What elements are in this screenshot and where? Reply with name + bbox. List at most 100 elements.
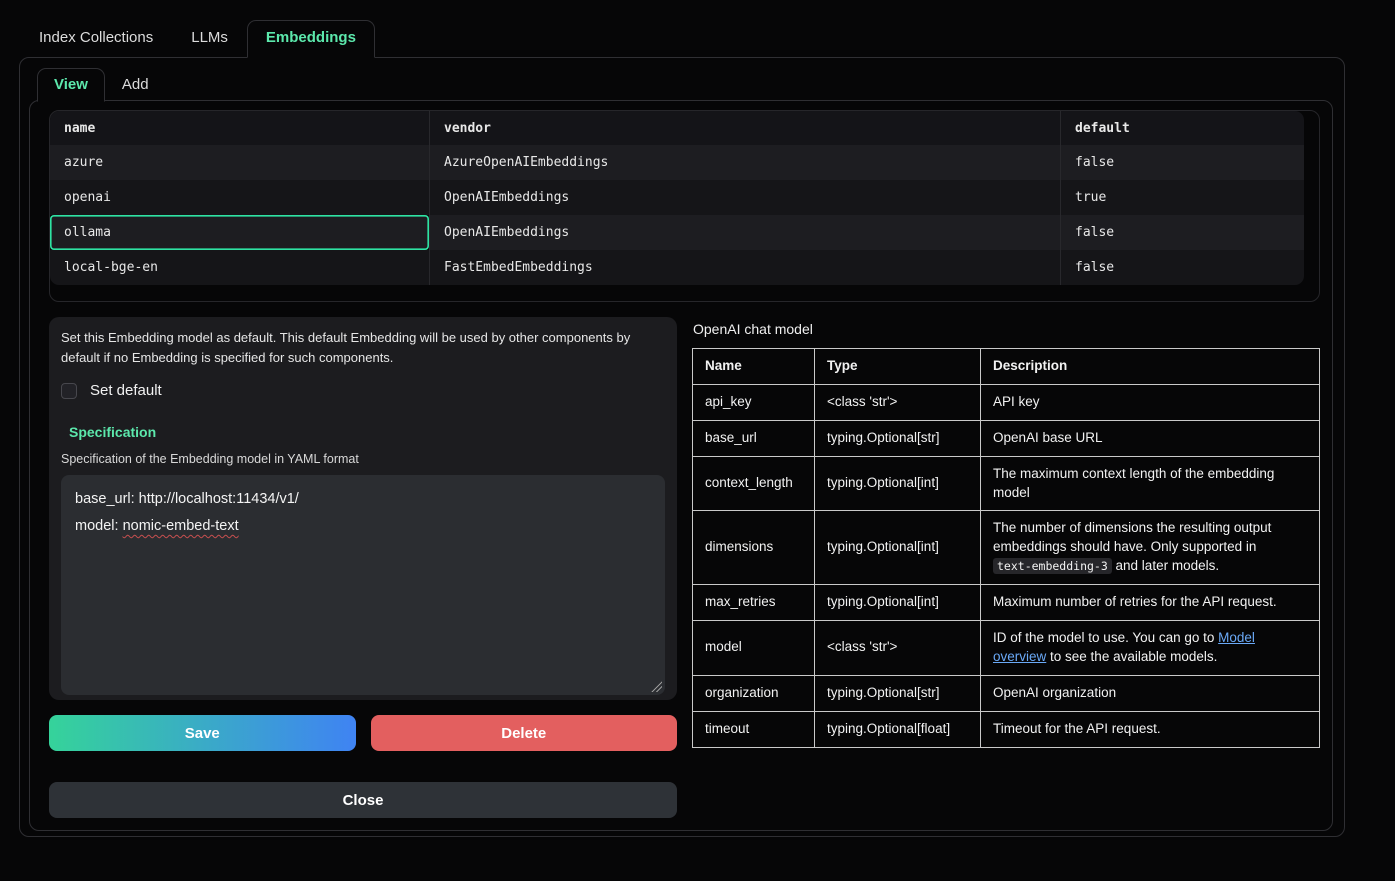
param-name-cell: organization [693,675,815,711]
embeddings-table-header-row: name vendor default [50,111,1304,145]
misspelled-word: nomic-embed-text [123,518,239,534]
main-tabbar: Index Collections LLMs Embeddings [0,0,1395,57]
embedding-row-ollama[interactable]: ollamaOpenAIEmbeddingsfalse [50,215,1304,250]
inline-code: text-embedding-3 [993,558,1112,574]
param-doc-column: OpenAI chat model Name Type Description … [692,317,1320,818]
param-type-cell: typing.Optional[float] [815,711,981,747]
description-text: The number of dimensions the resulting o… [993,520,1271,554]
param-header-description: Description [981,349,1320,385]
embeddings-tab-panel: View Add name vendor default [19,57,1345,837]
param-row-base_url: base_urltyping.Optional[str] OpenAI base … [693,420,1320,456]
yaml-line-1: base_url: http://localhost:11434/v1/ [75,486,651,513]
param-name-cell: timeout [693,711,815,747]
description-text: Maximum number of retries for the API re… [993,594,1277,609]
cell-name[interactable]: local-bge-en [50,250,429,285]
set-default-label: Set default [90,382,162,399]
column-header-vendor[interactable]: vendor [429,111,1060,145]
param-description-cell: ID of the model to use. You can go to Mo… [981,621,1320,676]
param-row-api_key: api_key<class 'str'> API key [693,384,1320,420]
param-row-context_length: context_lengthtyping.Optional[int]The ma… [693,456,1320,511]
set-default-checkbox[interactable] [61,383,77,399]
description-text: API key [993,394,1040,409]
edit-column: Set this Embedding model as default. Thi… [49,317,677,818]
cell-vendor[interactable]: FastEmbedEmbeddings [429,250,1060,285]
param-type-cell: <class 'str'> [815,384,981,420]
embeddings-table-clip: name vendor default azureAzureOpenAIEmbe… [50,111,1304,285]
cell-vendor[interactable]: AzureOpenAIEmbeddings [429,145,1060,180]
detail-content: Set this Embedding model as default. Thi… [49,317,1320,818]
cell-default[interactable]: false [1060,145,1304,180]
save-button[interactable]: Save [49,715,356,751]
embeddings-admin-page: Index Collections LLMs Embeddings View A… [0,0,1395,837]
cell-name[interactable]: ollama [50,215,429,250]
embeddings-table: name vendor default azureAzureOpenAIEmbe… [50,111,1304,285]
description-text: to see the available models. [1046,649,1217,664]
yaml-spec-textarea[interactable]: base_url: http://localhost:11434/v1/ mod… [61,475,665,695]
cell-default[interactable]: true [1060,180,1304,215]
delete-button[interactable]: Delete [371,715,678,751]
param-header-name: Name [693,349,815,385]
param-description-cell: Timeout for the API request. [981,711,1320,747]
yaml-line-2: model: nomic-embed-text [75,513,651,540]
param-description-cell: API key [981,384,1320,420]
specification-heading: Specification [69,424,665,440]
resize-handle-icon[interactable] [651,681,662,692]
tab-llms[interactable]: LLMs [172,20,247,57]
param-name-cell: max_retries [693,585,815,621]
param-description-cell: OpenAI organization [981,675,1320,711]
cell-name[interactable]: azure [50,145,429,180]
param-row-dimensions: dimensionstyping.Optional[int] The number… [693,511,1320,585]
param-description-cell: The maximum context length of the embedd… [981,456,1320,511]
description-text: ID of the model to use. You can go to [993,630,1218,645]
description-text: OpenAI organization [993,685,1116,700]
tab-add[interactable]: Add [105,68,166,101]
tab-embeddings[interactable]: Embeddings [247,20,375,58]
column-header-default[interactable]: default [1060,111,1304,145]
action-buttons-row: Save Delete [49,715,677,751]
embeddings-table-container: name vendor default azureAzureOpenAIEmbe… [49,110,1320,302]
description-text: Timeout for the API request. [993,721,1161,736]
close-button[interactable]: Close [49,782,677,818]
cell-vendor[interactable]: OpenAIEmbeddings [429,180,1060,215]
param-name-cell: dimensions [693,511,815,585]
param-type-cell: typing.Optional[int] [815,585,981,621]
param-name-cell: model [693,621,815,676]
param-type-cell: <class 'str'> [815,621,981,676]
param-description-cell: Maximum number of retries for the API re… [981,585,1320,621]
param-type-cell: typing.Optional[str] [815,675,981,711]
yaml-line-2-prefix: model: [75,518,123,534]
param-table-title: OpenAI chat model [693,321,1320,337]
param-table: Name Type Description api_key<class 'str… [692,348,1320,748]
cell-name[interactable]: openai [50,180,429,215]
param-name-cell: api_key [693,384,815,420]
description-text: OpenAI base URL [993,430,1103,445]
param-row-timeout: timeouttyping.Optional[float] Timeout for… [693,711,1320,747]
param-row-model: model<class 'str'>ID of the model to use… [693,621,1320,676]
embedding-row-openai[interactable]: openaiOpenAIEmbeddingstrue [50,180,1304,215]
param-type-cell: typing.Optional[str] [815,420,981,456]
view-add-tabbar: View Add [29,68,1333,101]
column-header-name[interactable]: name [50,111,429,145]
param-row-max_retries: max_retriestyping.Optional[int] Maximum n… [693,585,1320,621]
cell-default[interactable]: false [1060,250,1304,285]
view-tab-panel: name vendor default azureAzureOpenAIEmbe… [29,100,1333,831]
param-description-cell: OpenAI base URL [981,420,1320,456]
param-name-cell: base_url [693,420,815,456]
embedding-row-azure[interactable]: azureAzureOpenAIEmbeddingsfalse [50,145,1304,180]
tab-index-collections[interactable]: Index Collections [20,20,172,57]
yaml-line-1-text: base_url: http://localhost:11434/v1/ [75,491,299,507]
set-default-row: Set default [61,382,665,399]
cell-default[interactable]: false [1060,215,1304,250]
embedding-row-local-bge-en[interactable]: local-bge-enFastEmbedEmbeddingsfalse [50,250,1304,285]
specification-subtext: Specification of the Embedding model in … [61,452,665,466]
set-default-description: Set this Embedding model as default. Thi… [61,328,665,367]
param-type-cell: typing.Optional[int] [815,511,981,585]
tab-view[interactable]: View [37,68,105,102]
description-text: The maximum context length of the embedd… [993,466,1274,500]
param-type-cell: typing.Optional[int] [815,456,981,511]
param-table-header-row: Name Type Description [693,349,1320,385]
param-row-organization: organizationtyping.Optional[str] OpenAI o… [693,675,1320,711]
param-description-cell: The number of dimensions the resulting o… [981,511,1320,585]
cell-vendor[interactable]: OpenAIEmbeddings [429,215,1060,250]
description-text: and later models. [1112,558,1219,573]
